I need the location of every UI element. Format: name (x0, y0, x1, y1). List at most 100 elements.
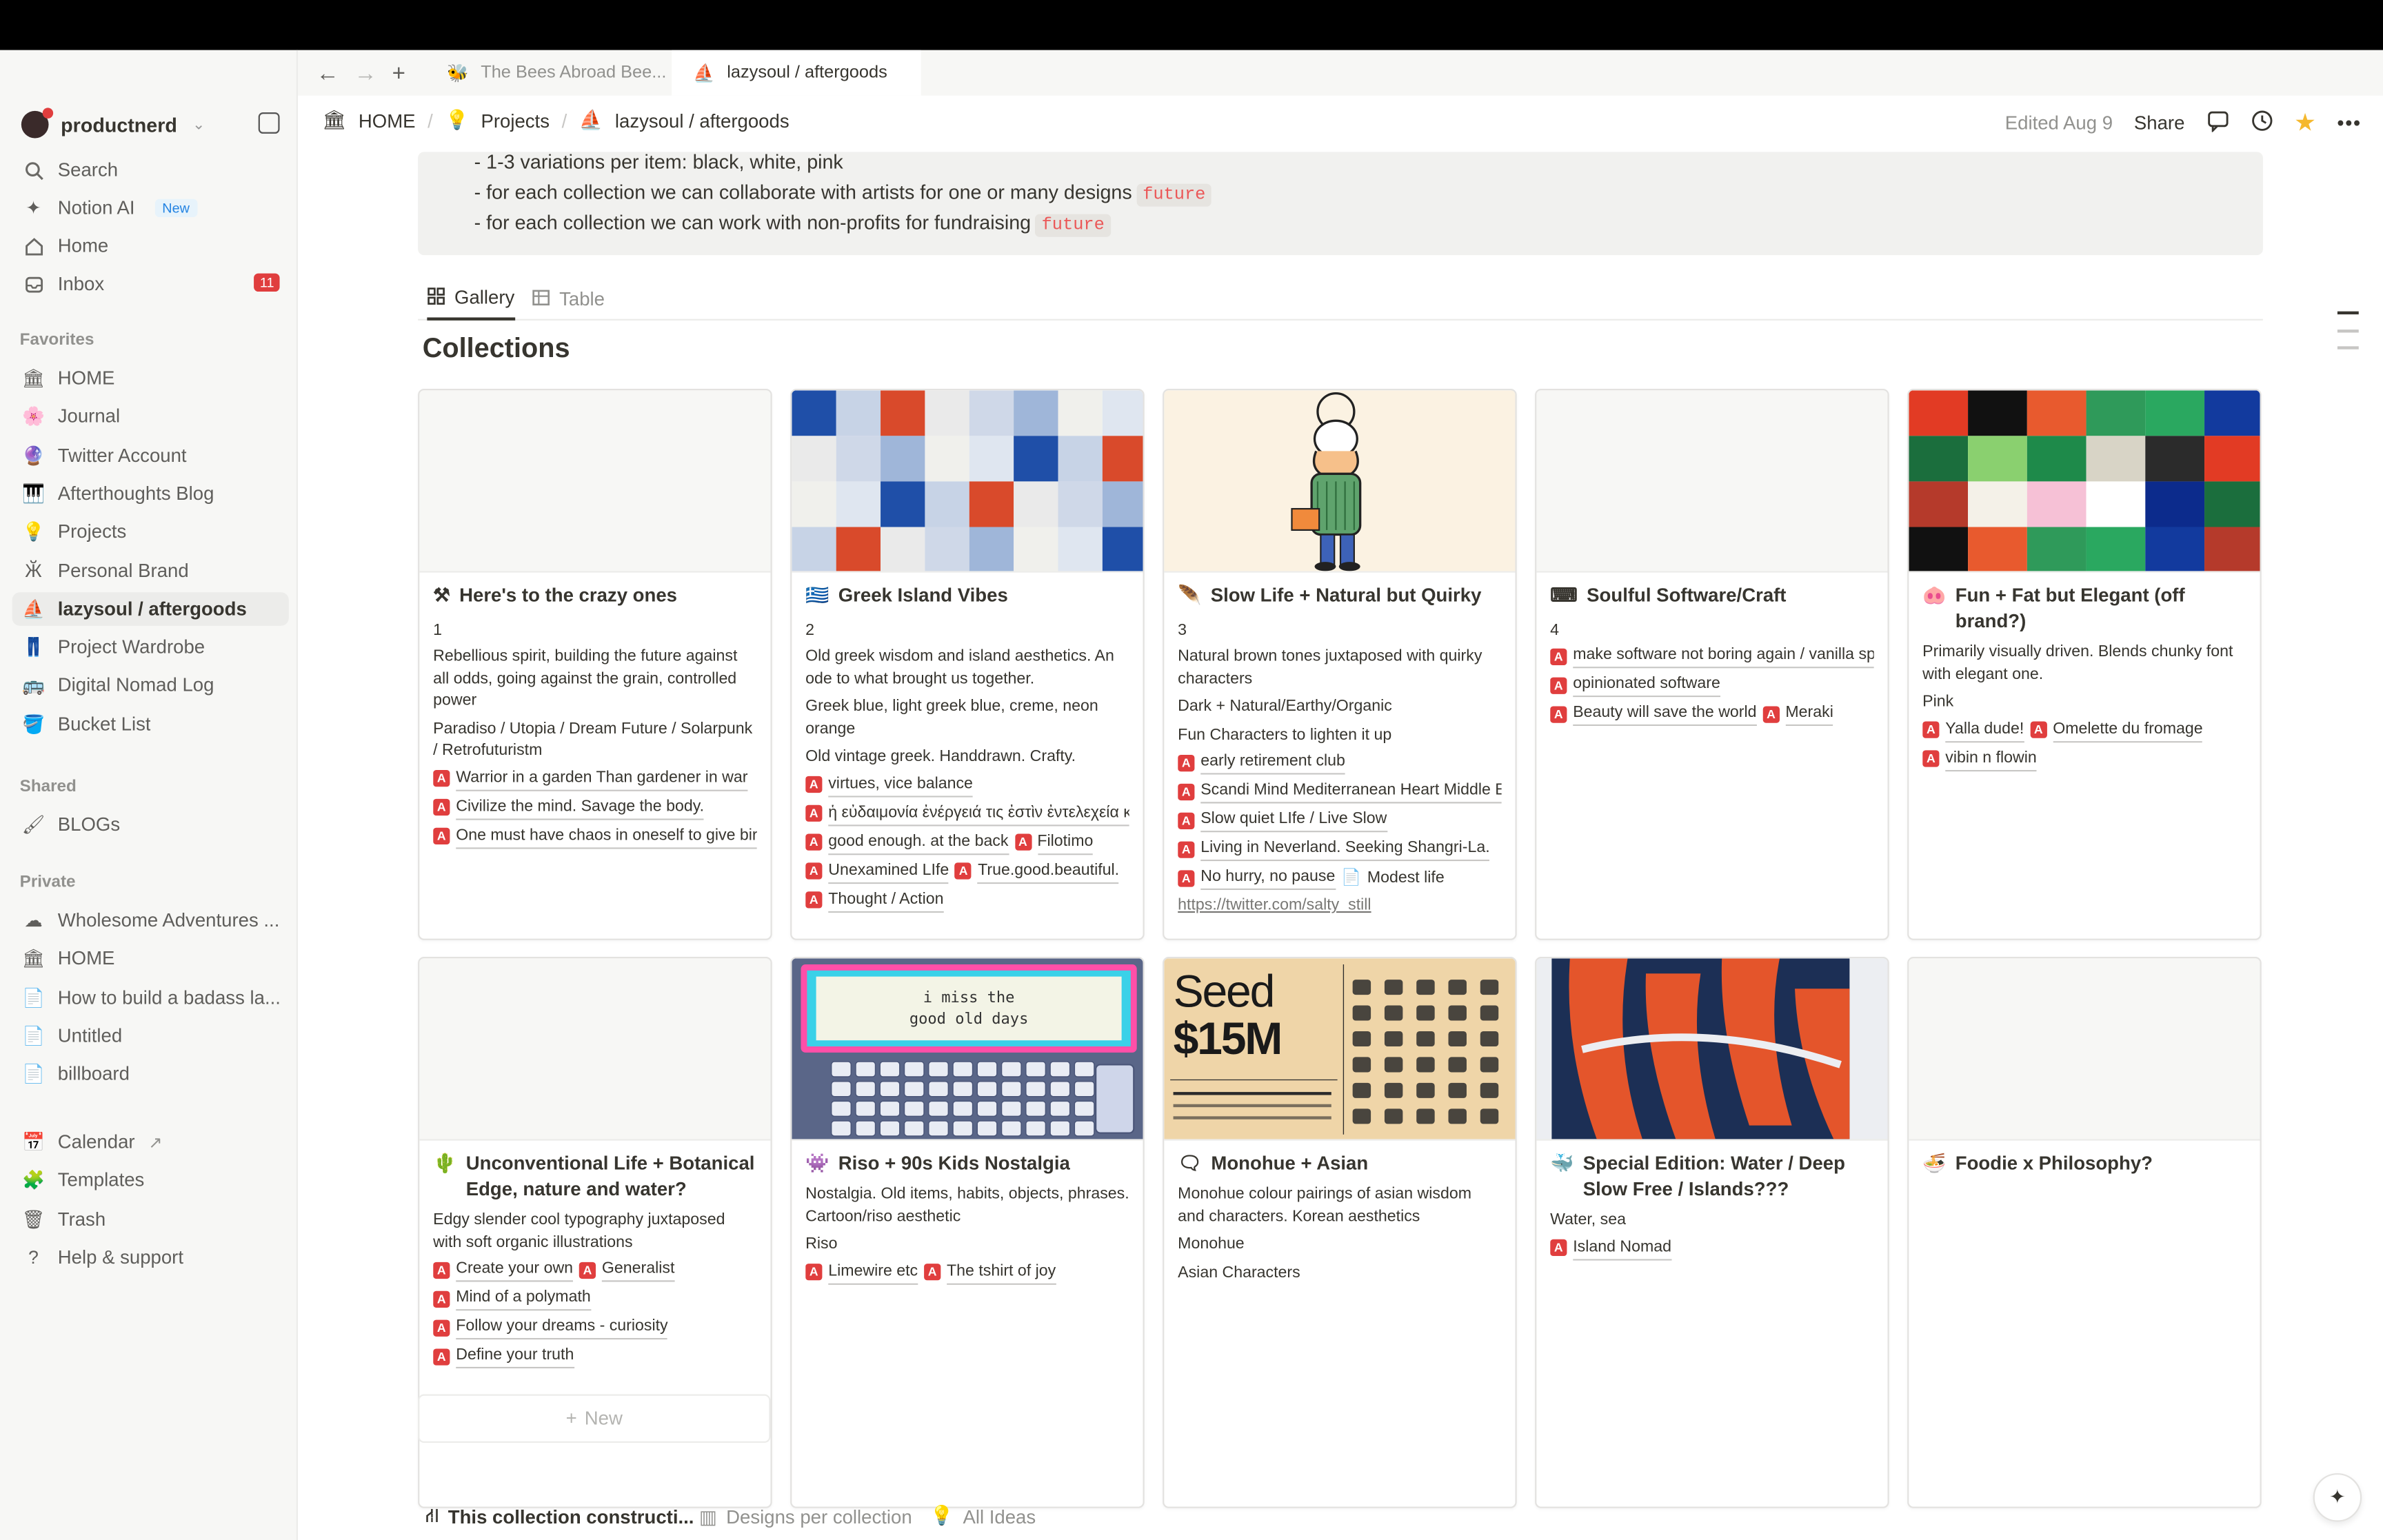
sidebar-item-wholesome-adventures[interactable]: ☁ Wholesome Adventures ... (12, 904, 289, 937)
gallery-card[interactable]: 🪶 Slow Life + Natural but Quirky 3 Natural … (1163, 389, 1517, 940)
forward-arrow-icon[interactable]: → (354, 61, 377, 86)
gallery-card[interactable]: i miss the good old days 👾 Riso + 90s Kids … (790, 957, 1145, 1508)
relation-link[interactable]: One must have chaos in oneself to give b… (456, 824, 757, 849)
tab-gallery[interactable]: Gallery (427, 278, 515, 321)
breadcrumb-item-current[interactable]: lazysoul / aftergoods (615, 110, 790, 132)
card-property: Rebellious spirit, building the future a… (433, 647, 738, 709)
sidebar-item-how-to-build-a-badass-la[interactable]: 📄 How to build a badass la... (12, 980, 289, 1013)
relation-link[interactable]: Thought / Action (828, 888, 944, 913)
sidebar-item-calendar[interactable]: 📅 Calendar ↗ (12, 1126, 289, 1159)
relation-link[interactable]: Modest life (1367, 867, 1445, 889)
sidebar-item-help-support[interactable]: ? Help & support (12, 1241, 289, 1274)
relation-link[interactable]: early retirement club (1200, 750, 1345, 775)
sidebar-item-twitter-account[interactable]: 🔮 Twitter Account (12, 438, 289, 472)
relation-link[interactable]: Warrior in a garden Than gardener in war (456, 767, 748, 791)
gallery-card[interactable]: 🇬🇷 Greek Island Vibes 2 Old greek wisdom an… (790, 389, 1145, 940)
gallery-card[interactable]: 🐽 Fun + Fat but Elegant (off brand?) Prima… (1907, 389, 2262, 940)
sidebar-item-home[interactable]: Home (12, 230, 289, 263)
tab-bees-abroad[interactable]: 🐝 The Bees Abroad Bee... (425, 50, 672, 96)
relation-link[interactable]: Define your truth (456, 1344, 574, 1369)
relation-link[interactable]: Limewire etc (828, 1260, 918, 1284)
sidebar-item-home[interactable]: 🏛 HOME (12, 361, 289, 394)
sidebar-item-personal-brand[interactable]: Ӂ Personal Brand (12, 554, 289, 587)
relation-link[interactable]: The tshirt of joy (947, 1260, 1056, 1284)
relation-link[interactable]: Scandi Mind Mediterranean Heart Middle E… (1200, 779, 1502, 804)
sidebar-item-lazysoul-aftergoods[interactable]: ⛵ lazysoul / aftergoods (12, 591, 289, 626)
gallery-card[interactable]: 🍜 Foodie x Philosophy? (1907, 957, 2262, 1508)
relation-link[interactable]: virtues, vice balance (828, 772, 973, 797)
sidebar-item-search[interactable]: Search (12, 154, 289, 187)
outline-indicator[interactable] (2337, 330, 2359, 332)
relation-link[interactable]: Island Nomad (1573, 1235, 1672, 1260)
page-emoji-icon: 🏛 (21, 367, 46, 389)
relation-link[interactable]: Beauty will save the world (1573, 702, 1757, 727)
back-arrow-icon[interactable]: ← (316, 61, 339, 86)
sidebar-item-digital-nomad-log[interactable]: 🚌 Digital Nomad Log (12, 669, 289, 702)
gallery-icon (427, 286, 445, 309)
relation-link[interactable]: Civilize the mind. Savage the body. (456, 795, 705, 820)
home-icon (23, 235, 44, 256)
card-relation-row: A Civilize the mind. Savage the body. (433, 795, 756, 820)
sidebar-item-afterthoughts-blog[interactable]: 🎹 Afterthoughts Blog (12, 477, 289, 510)
card-property: Edgy slender cool typography juxtaposed … (433, 1210, 725, 1251)
sidebar-item-templates[interactable]: 🧩 Templates (12, 1164, 289, 1197)
relation-link[interactable]: Filotimo (1037, 830, 1094, 855)
relation-link[interactable]: Living in Neverland. Seeking Shangri-La. (1200, 837, 1490, 862)
tab-all-ideas[interactable]: 💡 All Ideas (930, 1505, 1036, 1528)
relation-link[interactable]: Mind of a polymath (456, 1286, 591, 1311)
relation-link[interactable]: Yalla dude! (1945, 718, 2024, 742)
sidebar-item-trash[interactable]: 🗑 Trash (12, 1202, 289, 1235)
relation-link[interactable]: ἡ εὐδαιμονία ἐνέργειά τις ἐστὶν ἐντελεχε… (828, 801, 1129, 826)
new-tab-icon[interactable]: + (392, 61, 405, 86)
relation-link[interactable]: opinionated software (1573, 673, 1720, 698)
gallery-card[interactable]: 🐳 Special Edition: Water / Deep Slow Free… (1535, 957, 1889, 1508)
relation-link[interactable]: make software not boring again / vanilla… (1573, 644, 1874, 669)
workspace-switcher[interactable]: productnerd ⌄ (21, 108, 205, 140)
tab-lazysoul[interactable]: ⛵ lazysoul / aftergoods (672, 50, 921, 96)
gallery-card[interactable]: ⌨ Soulful Software/Craft 4 Amake software n… (1535, 389, 1889, 940)
sidebar-item-journal[interactable]: 🌸 Journal (12, 400, 289, 433)
sidebar-item-billboard[interactable]: 📄 billboard (12, 1057, 289, 1091)
relation-link[interactable]: True.good.beautiful. (978, 859, 1120, 884)
new-card-button[interactable]: + New (418, 1394, 771, 1443)
relation-link[interactable]: vibin n flowin (1945, 747, 2037, 771)
chevron-down-icon: ⌄ (192, 116, 205, 133)
sidebar-item-home[interactable]: 🏛 HOME (12, 942, 289, 975)
sidebar-item-projects[interactable]: 💡 Projects (12, 515, 289, 548)
sidebar-item-blogs[interactable]: 🖌 BLOGs (12, 808, 289, 841)
relation-link[interactable]: Omelette du fromage (2053, 718, 2203, 742)
new-page-icon[interactable] (258, 112, 280, 134)
card-property: Old vintage greek. Handdrawn. Crafty. (805, 747, 1076, 766)
relation-link[interactable]: Meraki (1785, 702, 1833, 727)
breadcrumb-item-home[interactable]: HOME (359, 110, 416, 132)
relation-link[interactable]: Follow your dreams - curiosity (456, 1315, 668, 1340)
pager-text: i miss the (923, 990, 1015, 1007)
outline-indicator[interactable] (2337, 311, 2359, 314)
outline-indicator[interactable] (2337, 346, 2359, 349)
sidebar-item-project-wardrobe[interactable]: 👖 Project Wardrobe (12, 631, 289, 664)
comments-icon[interactable] (2206, 110, 2229, 137)
favorite-star-icon[interactable]: ★ (2294, 108, 2316, 138)
sidebar-item-inbox[interactable]: Inbox (12, 267, 289, 301)
gallery-card[interactable]: Seed $15M 🗨 Monohue + Asian Monohue colour p… (1163, 957, 1517, 1508)
tab-collection-construction[interactable]: ⛙ This collection constructi... (425, 1505, 694, 1529)
relation-link[interactable]: good enough. at the back (828, 830, 1009, 855)
tab-designs-per-collection[interactable]: ▥ Designs per collection (699, 1505, 912, 1528)
tab-table[interactable]: Table (532, 278, 605, 321)
relation-link[interactable]: Slow quiet LIfe / Live Slow (1200, 808, 1387, 833)
more-options-icon[interactable]: ••• (2337, 112, 2362, 134)
breadcrumb-item-projects[interactable]: Projects (481, 110, 550, 132)
card-number: 4 (1550, 621, 1560, 640)
history-icon[interactable] (2250, 110, 2273, 137)
ai-assistant-icon[interactable]: ✦ (2313, 1473, 2362, 1522)
gallery-card[interactable]: ⚒ Here's to the crazy ones 1 Rebellious spi… (418, 389, 772, 940)
sidebar-item-notion-ai[interactable]: ✦ Notion AI New (12, 192, 289, 225)
sidebar-item-bucket-list[interactable]: 🪣 Bucket List (12, 707, 289, 740)
relation-link[interactable]: Create your own (456, 1257, 574, 1282)
sidebar-item-untitled[interactable]: 📄 Untitled (12, 1019, 289, 1052)
share-button[interactable]: Share (2134, 112, 2185, 134)
relation-link[interactable]: No hurry, no pause (1200, 866, 1336, 891)
relation-link[interactable]: Generalist (601, 1257, 675, 1282)
relation-link[interactable]: Unexamined LIfe (828, 859, 949, 884)
card-url[interactable]: https://twitter.com/salty_still (1178, 896, 1501, 914)
